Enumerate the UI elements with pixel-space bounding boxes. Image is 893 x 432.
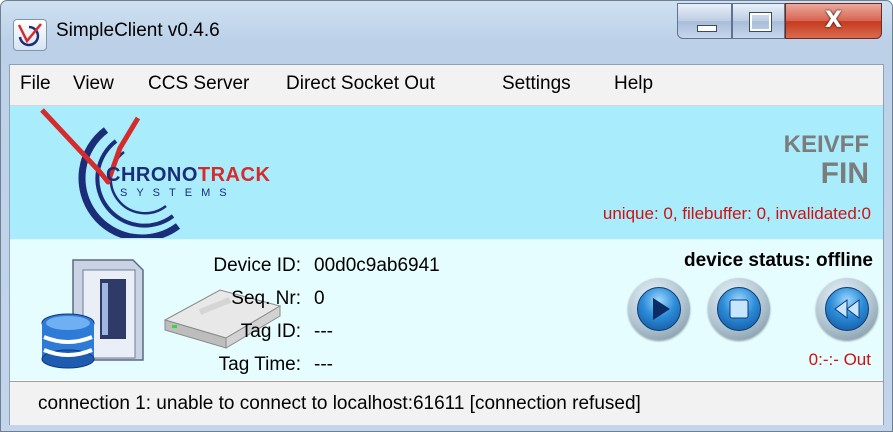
title-bar[interactable]: SimpleClient v0.4.6 X [1,1,892,57]
tag-time-label: Tag Time: [218,354,301,375]
device-id-value: 00d0c9ab6941 [314,255,440,276]
device-id-label: Device ID: [213,255,301,276]
close-button[interactable]: X [785,3,882,39]
menu-direct-socket-out[interactable]: Direct Socket Out [286,73,435,95]
timer-display: 0:-:- Out [808,350,871,369]
chronotrack-logo: CHRONOTRACK SYSTEMS [28,108,298,242]
device-status: device status: offline [684,250,873,271]
stop-button[interactable] [708,278,770,340]
chronotrack-app-icon[interactable] [13,19,47,51]
connection-status: connection 1: unable to connect to local… [38,393,641,414]
window-title: SimpleClient v0.4.6 [56,20,220,41]
menu-file[interactable]: File [20,73,51,95]
menu-help[interactable]: Help [614,73,653,95]
status-bar: connection 1: unable to connect to local… [10,381,883,425]
play-button[interactable] [628,278,690,340]
header-banner: CHRONOTRACK SYSTEMS KEIVFF FIN unique: 0… [10,106,883,242]
client-area: File View CCS Server Direct Socket Out S… [9,64,884,425]
tag-id-value: --- [314,321,333,342]
tag-time-value: --- [314,354,333,375]
seq-nr-value: 0 [314,288,325,309]
app-window: SimpleClient v0.4.6 X File View CCS Serv… [0,0,893,432]
menu-bar: File View CCS Server Direct Socket Out S… [10,65,883,106]
logo-wordmark: CHRONOTRACK [106,164,271,186]
database-server-icon[interactable] [38,255,148,375]
participant-status: FIN [820,157,869,190]
rewind-icon [834,299,860,319]
tag-id-label: Tag ID: [240,321,301,342]
maximize-button[interactable] [732,3,785,39]
device-panel: Device ID: 00d0c9ab6941 Seq. Nr: 0 Tag I… [10,240,883,380]
seq-nr-label: Seq. Nr: [231,288,301,309]
maximize-icon [749,12,772,32]
minimize-button[interactable] [677,3,732,39]
rewind-button[interactable] [816,278,878,340]
close-icon: X [825,8,842,33]
logo-subtitle: SYSTEMS [120,187,236,199]
play-icon [653,298,670,320]
menu-settings[interactable]: Settings [502,73,571,95]
participant-name: KEIVFF [783,131,869,158]
stop-icon [729,299,749,319]
minimize-icon [697,25,717,32]
menu-view[interactable]: View [73,73,114,95]
menu-ccs-server[interactable]: CCS Server [148,73,249,95]
buffer-counts: unique: 0, filebuffer: 0, invalidated:0 [602,204,871,223]
